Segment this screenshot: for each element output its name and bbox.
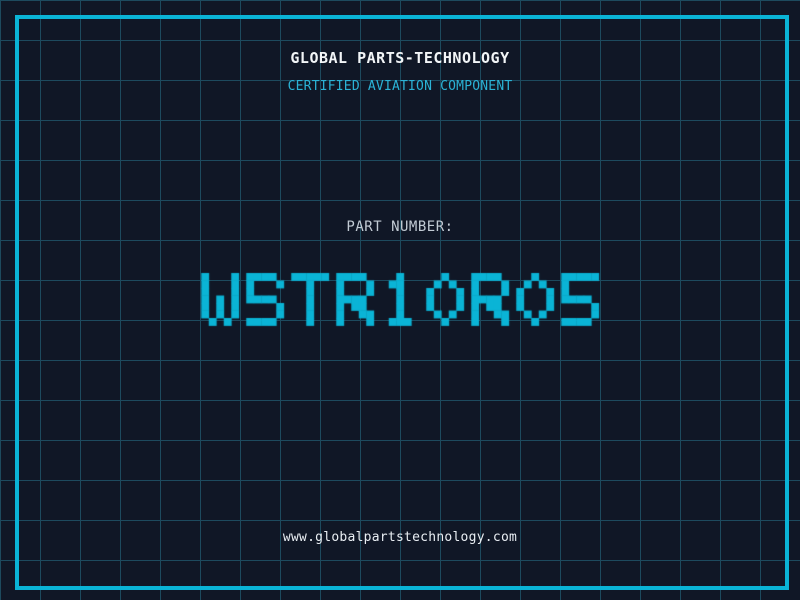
- website-url: www.globalpartstechnology.com: [282, 530, 518, 545]
- company-title: GLOBAL PARTS-TECHNOLOGY: [290, 49, 510, 67]
- certification-subtitle: CERTIFIED AVIATION COMPONENT: [287, 79, 513, 94]
- part-number-pixel-text: [0, 272, 800, 328]
- part-number-label: PART NUMBER:: [346, 219, 454, 235]
- certificate-label: GLOBAL PARTS-TECHNOLOGY CERTIFIED AVIATI…: [0, 0, 800, 600]
